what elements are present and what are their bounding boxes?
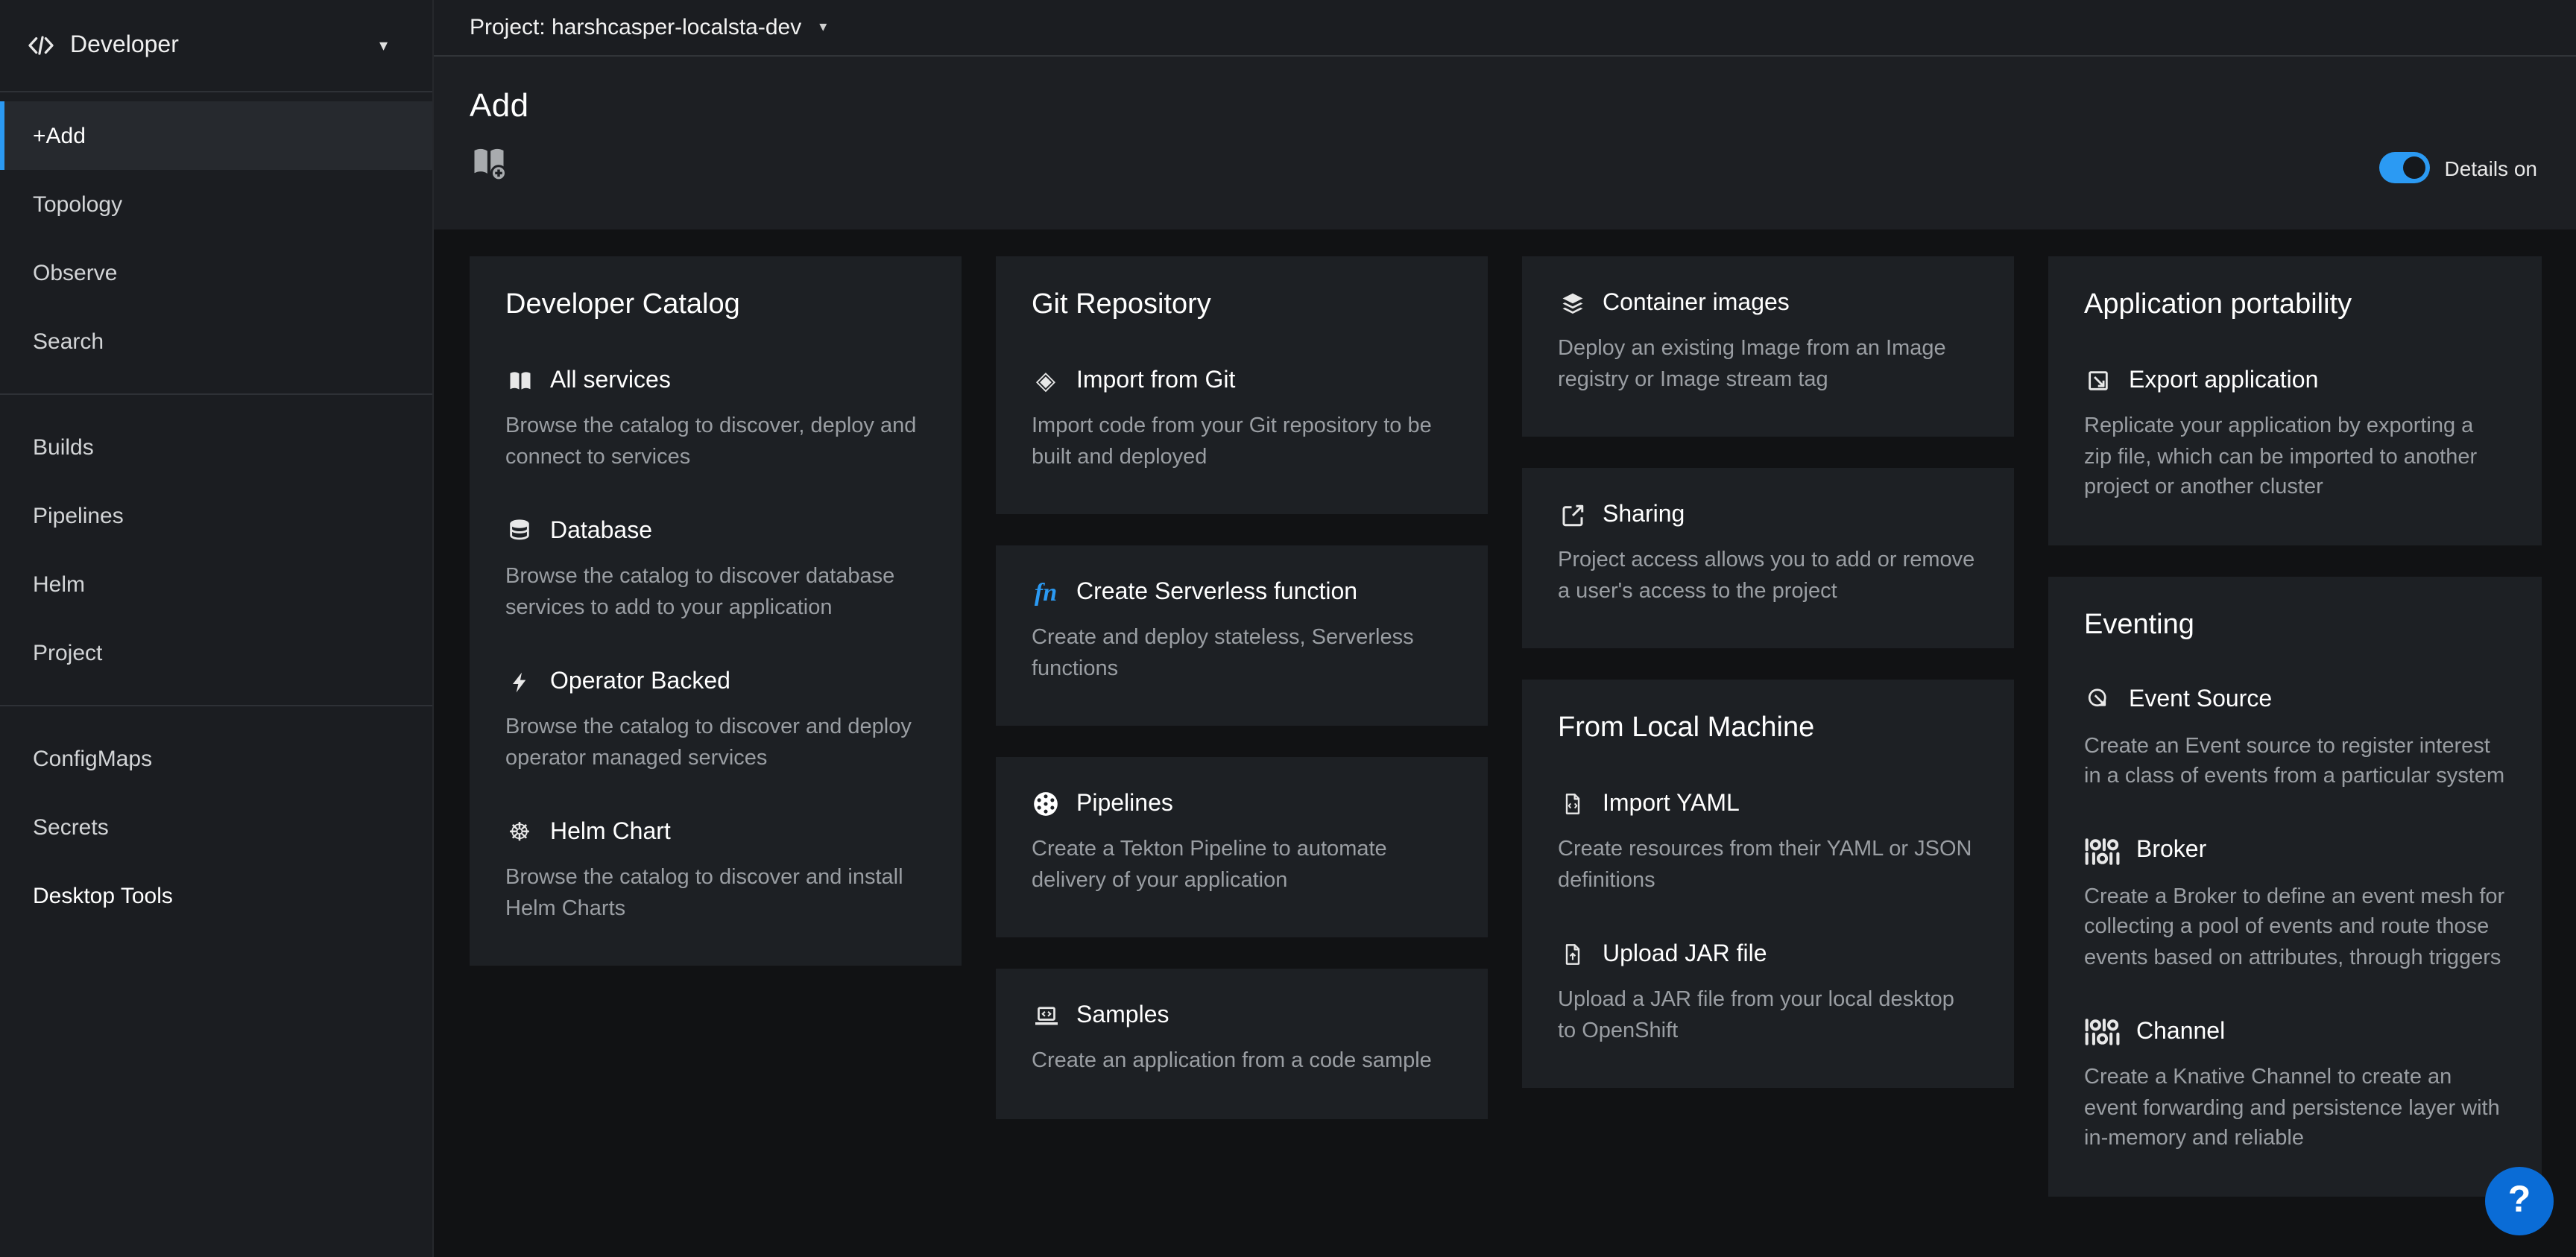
chevron-down-icon: ▾ (819, 19, 827, 36)
item-export-application[interactable]: Export application Replicate your applic… (2084, 367, 2506, 503)
item-event-source[interactable]: Event Source Create an Event source to r… (2084, 686, 2506, 792)
laptop-code-icon (1032, 1001, 1060, 1030)
event-source-icon (2084, 686, 2112, 715)
details-toggle-group: Details on (2378, 152, 2537, 183)
card-column-1: Developer Catalog All services Browse th… (470, 256, 962, 966)
card-title: Git Repository (1032, 289, 1452, 322)
database-icon (505, 517, 534, 545)
details-toggle-label: Details on (2444, 156, 2537, 180)
item-import-from-git[interactable]: ◈ Import from Git Import code from your … (1032, 367, 1452, 472)
sidebar-item-observe[interactable]: Observe (0, 238, 432, 307)
details-toggle[interactable] (2378, 152, 2429, 183)
item-operator-backed[interactable]: Operator Backed Browse the catalog to di… (505, 668, 926, 773)
sidebar-nav: +Add Topology Observe Search Builds Pipe… (0, 92, 432, 930)
item-upload-jar-file[interactable]: Upload JAR file Upload a JAR file from y… (1558, 940, 1978, 1046)
card-column-3: Container images Deploy an existing Imag… (1522, 256, 2014, 1088)
card-application-portability: Application portability Export applicati… (2048, 256, 2542, 545)
sidebar-item-configmaps[interactable]: ConfigMaps (0, 724, 432, 793)
sidebar-item-secrets[interactable]: Secrets (0, 793, 432, 861)
add-page-content: Developer Catalog All services Browse th… (434, 229, 2576, 1257)
sidebar: Developer ▾ +Add Topology Observe Search… (0, 0, 434, 1257)
book-icon (505, 367, 534, 395)
card-column-2: Git Repository ◈ Import from Git Import … (996, 256, 1488, 1118)
item-database[interactable]: Database Browse the catalog to discover … (505, 517, 926, 623)
page-title: Add (470, 86, 2537, 125)
card-serverless-function: fn Create Serverless function Create and… (996, 545, 1488, 726)
sidebar-item-add[interactable]: +Add (0, 101, 432, 170)
card-column-4: Application portability Export applicati… (2048, 256, 2542, 1196)
page-header: Add Details on (434, 57, 2576, 229)
quick-start-button[interactable] (470, 143, 508, 182)
card-sharing: Sharing Project access allows you to add… (1522, 468, 2014, 648)
project-bar: Project: harshcasper-localsta-dev ▾ (434, 0, 2576, 57)
card-title: Eventing (2084, 609, 2506, 642)
share-icon (1558, 501, 1586, 529)
bolt-icon (505, 668, 534, 696)
function-icon: fn (1032, 578, 1060, 607)
card-title: From Local Machine (1558, 712, 1978, 745)
item-all-services[interactable]: All services Browse the catalog to disco… (505, 367, 926, 472)
card-samples: Samples Create an application from a cod… (996, 969, 1488, 1118)
export-icon (2084, 367, 2112, 395)
chevron-down-icon: ▾ (379, 36, 388, 55)
item-sharing[interactable]: Sharing Project access allows you to add… (1558, 501, 1978, 607)
card-developer-catalog: Developer Catalog All services Browse th… (470, 256, 962, 966)
card-eventing: Eventing Event Source Create an Event so… (2048, 576, 2542, 1196)
console-window: Developer ▾ +Add Topology Observe Search… (0, 0, 2576, 1257)
main-area: Project: harshcasper-localsta-dev ▾ Add … (434, 0, 2576, 1257)
card-title: Application portability (2084, 289, 2506, 322)
item-pipelines[interactable]: Pipelines Create a Tekton Pipeline to au… (1032, 790, 1452, 896)
book-plus-icon (470, 143, 508, 182)
card-git-repository: Git Repository ◈ Import from Git Import … (996, 256, 1488, 514)
card-title: Developer Catalog (505, 289, 926, 322)
sidebar-item-desktop-tools[interactable]: Desktop Tools (0, 861, 432, 930)
item-helm-chart[interactable]: ☸ Helm Chart Browse the catalog to disco… (505, 818, 926, 924)
layers-icon (1558, 289, 1586, 317)
question-mark-icon: ? (2508, 1179, 2531, 1222)
help-button[interactable]: ? (2485, 1166, 2554, 1235)
item-channel[interactable]: Channel Create a Knative Channel to crea… (2084, 1018, 2506, 1154)
sidebar-item-project[interactable]: Project (0, 618, 432, 687)
sidebar-item-search[interactable]: Search (0, 307, 432, 376)
card-pipelines: Pipelines Create a Tekton Pipeline to au… (996, 757, 1488, 937)
git-icon: ◈ (1032, 367, 1060, 395)
file-code-icon (1558, 790, 1586, 818)
sidebar-item-topology[interactable]: Topology (0, 170, 432, 238)
sidebar-divider (0, 705, 432, 706)
sidebar-item-helm[interactable]: Helm (0, 550, 432, 618)
tekton-pipelines-icon (1032, 790, 1060, 818)
binary-icon (2084, 1018, 2120, 1046)
perspective-label: Developer (70, 32, 179, 59)
sidebar-item-pipelines[interactable]: Pipelines (0, 481, 432, 550)
perspective-switcher[interactable]: Developer ▾ (0, 0, 432, 92)
project-dropdown[interactable]: Project: harshcasper-localsta-dev (470, 15, 801, 40)
card-container-images: Container images Deploy an existing Imag… (1522, 256, 2014, 437)
item-create-serverless-function[interactable]: fn Create Serverless function Create and… (1032, 578, 1452, 684)
sidebar-item-builds[interactable]: Builds (0, 413, 432, 481)
item-container-images[interactable]: Container images Deploy an existing Imag… (1558, 289, 1978, 395)
toggle-knob (2402, 156, 2425, 179)
item-samples[interactable]: Samples Create an application from a cod… (1032, 1001, 1452, 1077)
sidebar-divider (0, 393, 432, 395)
item-broker[interactable]: Broker Create a Broker to define an even… (2084, 837, 2506, 973)
card-from-local-machine: From Local Machine Import YAML Create re… (1522, 680, 2014, 1088)
helm-icon: ☸ (505, 818, 534, 846)
file-upload-icon (1558, 940, 1586, 969)
binary-icon (2084, 837, 2120, 865)
code-icon (27, 31, 55, 60)
item-import-yaml[interactable]: Import YAML Create resources from their … (1558, 790, 1978, 896)
